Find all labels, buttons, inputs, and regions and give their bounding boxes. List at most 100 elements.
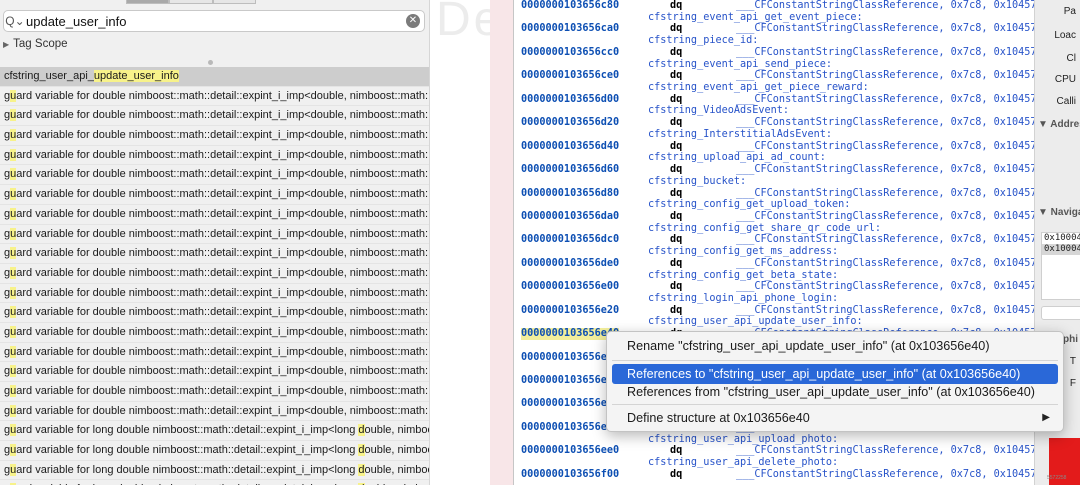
disasm-label-line[interactable]: cfstring_VideoAdsEvent: — [514, 105, 1034, 117]
symbol-list-item[interactable]: guard variable for long double nimboost:… — [0, 421, 429, 442]
disasm-label-line[interactable]: cfstring_config_get_ms_address: — [514, 246, 1034, 258]
address[interactable]: 0000000103656d60 — [521, 164, 619, 176]
symbol-list-item[interactable]: guard variable for double nimboost::math… — [0, 126, 429, 146]
disasm-instruction-line[interactable]: 0000000103656e00 dq ___CFConstantStringCla… — [514, 281, 1034, 293]
symbol-list-item[interactable]: guard variable for double nimboost::math… — [0, 362, 429, 382]
disasm-label-line[interactable]: cfstring_event_api_get_piece_reward: — [514, 82, 1034, 94]
nav-item-1[interactable]: 0x10004 — [1042, 233, 1080, 244]
disasm-instruction-line[interactable]: 0000000103656c80 dq ___CFConstantStringCla… — [514, 0, 1034, 12]
operand[interactable]: ___CFConstantStringClassReference, 0x7c8… — [736, 211, 1034, 223]
address[interactable]: 0000000103656e20 — [521, 305, 619, 317]
disasm-label-line[interactable]: cfstring_event_api_send_piece: — [514, 59, 1034, 71]
symbol-label[interactable]: cfstring_user_api_upload_photo: — [648, 434, 838, 446]
disasm-label-line[interactable]: cfstring_config_get_upload_token: — [514, 199, 1034, 211]
symbol-label[interactable]: cfstring_config_get_share_qr_code_url: — [648, 223, 881, 235]
symbol-list-item[interactable]: guard variable for double nimboost::math… — [0, 303, 429, 323]
symbol-list-item[interactable]: guard variable for double nimboost::math… — [0, 205, 429, 225]
address[interactable]: 0000000103656d80 — [521, 188, 619, 200]
address[interactable]: 0000000103656ce0 — [521, 70, 619, 82]
symbol-label[interactable]: cfstring_InterstitialAdsEvent: — [648, 129, 832, 141]
operand[interactable]: ___CFConstantStringClassReference, 0x7c8… — [736, 258, 1034, 270]
operand[interactable]: ___CFConstantStringClassReference, 0x7c8… — [736, 117, 1034, 129]
disasm-label-line[interactable]: cfstring_user_api_update_user_info: — [514, 316, 1034, 328]
symbol-list-item[interactable]: guard variable for double nimboost::math… — [0, 106, 429, 127]
magnifier-icon[interactable]: Q⌄ — [4, 14, 26, 28]
symbol-list-item[interactable]: guard variable for double nimboost::math… — [0, 402, 429, 422]
search-field[interactable]: Q⌄ ✕ — [3, 10, 425, 32]
symbol-list-item[interactable]: guard variable for double nimboost::math… — [0, 87, 429, 107]
menu-item-references-from[interactable]: References from "cfstring_user_api_updat… — [612, 382, 1058, 402]
operand[interactable]: ___CFConstantStringClassReference, 0x7c8… — [736, 23, 1034, 35]
symbol-list-item[interactable]: guard variable for double nimboost::math… — [0, 284, 429, 304]
symbol-list-item[interactable]: guard variable for double nimboost::math… — [0, 323, 429, 343]
symbol-list-item[interactable]: guard variable for long double nimboost:… — [0, 480, 429, 485]
symbol-list-item[interactable]: guard variable for double nimboost::math… — [0, 264, 429, 284]
disasm-instruction-line[interactable]: 0000000103656d00 dq ___CFConstantStringCla… — [514, 94, 1034, 106]
symbol-list-item[interactable]: guard variable for double nimboost::math… — [0, 244, 429, 264]
disasm-instruction-line[interactable]: 0000000103656d60 dq ___CFConstantStringCla… — [514, 164, 1034, 176]
menu-item-rename[interactable]: Rename "cfstring_user_api_update_user_in… — [612, 336, 1058, 356]
disasm-label-line[interactable]: cfstring_piece_id: — [514, 35, 1034, 47]
symbol-label[interactable]: cfstring_login_api_phone_login: — [648, 293, 838, 305]
menu-item-define-structure[interactable]: Define structure at 0x103656e40 ▶ — [612, 408, 1058, 428]
disasm-label-line[interactable]: cfstring_login_api_phone_login: — [514, 293, 1034, 305]
operand[interactable]: ___CFConstantStringClassReference, 0x7c8… — [736, 94, 1034, 106]
disclosure-triangle-icon[interactable]: ▶ — [3, 40, 9, 49]
symbol-label[interactable]: cfstring_piece_id: — [648, 35, 758, 47]
symbol-label[interactable]: cfstring_user_api_delete_photo: — [648, 457, 838, 469]
operand[interactable]: ___CFConstantStringClassReference, 0x7c8… — [736, 141, 1034, 153]
address[interactable]: 0000000103656cc0 — [521, 47, 619, 59]
operand[interactable]: ___CFConstantStringClassReference, 0x7c8… — [736, 469, 1034, 481]
nav-item-2[interactable]: 0x10004 — [1042, 244, 1080, 255]
clear-search-icon[interactable]: ✕ — [406, 14, 420, 28]
disasm-instruction-line[interactable]: 0000000103656d20 dq ___CFConstantStringCla… — [514, 117, 1034, 129]
disasm-instruction-line[interactable]: 0000000103656ee0 dq ___CFConstantStringCla… — [514, 445, 1034, 457]
disasm-instruction-line[interactable]: 0000000103656ca0 dq ___CFConstantStringCla… — [514, 23, 1034, 35]
symbol-label[interactable]: cfstring_config_get_beta_state: — [648, 270, 838, 282]
symbol-label[interactable]: cfstring_event_api_send_piece: — [648, 59, 832, 71]
disasm-label-line[interactable]: cfstring_upload_api_ad_count: — [514, 152, 1034, 164]
operand[interactable]: ___CFConstantStringClassReference, 0x7c8… — [736, 164, 1034, 176]
disasm-instruction-line[interactable]: 0000000103656d40 dq ___CFConstantStringCla… — [514, 141, 1034, 153]
symbol-label[interactable]: cfstring_VideoAdsEvent: — [648, 105, 789, 117]
symbol-label[interactable]: cfstring_event_api_get_event_piece: — [648, 12, 863, 24]
operand[interactable]: ___CFConstantStringClassReference, 0x7c8… — [736, 47, 1034, 59]
operand[interactable]: ___CFConstantStringClassReference, 0x7c8… — [736, 234, 1034, 246]
disasm-instruction-line[interactable]: 0000000103656e20 dq ___CFConstantStringCla… — [514, 305, 1034, 317]
address[interactable]: 0000000103656dc0 — [521, 234, 619, 246]
search-input[interactable] — [26, 13, 406, 29]
address[interactable]: 0000000103656ee0 — [521, 445, 619, 457]
disasm-instruction-line[interactable]: 0000000103656da0 dq ___CFConstantStringCla… — [514, 211, 1034, 223]
operand[interactable]: ___CFConstantStringClassReference, 0x7c8… — [736, 305, 1034, 317]
disasm-instruction-line[interactable]: 0000000103656dc0 dq ___CFConstantStringCla… — [514, 234, 1034, 246]
symbol-label[interactable]: cfstring_bucket: — [648, 176, 746, 188]
menu-item-references-to[interactable]: References to "cfstring_user_api_update_… — [612, 364, 1058, 384]
operand[interactable]: ___CFConstantStringClassReference, 0x7c8… — [736, 70, 1034, 82]
operand[interactable]: ___CFConstantStringClassReference, 0x7c8… — [736, 0, 1034, 12]
address[interactable]: 0000000103656da0 — [521, 211, 619, 223]
address[interactable]: 0000000103656d20 — [521, 117, 619, 129]
address[interactable]: 0000000103656f00 — [521, 469, 619, 481]
section-graph[interactable]: phi — [1063, 334, 1078, 345]
split-handle[interactable] — [208, 60, 213, 65]
segment-2[interactable] — [169, 0, 213, 4]
address[interactable]: 0000000103656e80 — [521, 375, 619, 387]
operand[interactable]: ___CFConstantStringClassReference, 0x7c8… — [736, 445, 1034, 457]
address[interactable]: 0000000103656e00 — [521, 281, 619, 293]
disasm-instruction-line[interactable]: 0000000103656f00 dq ___CFConstantStringCla… — [514, 469, 1034, 481]
symbol-list-item[interactable]: guard variable for double nimboost::math… — [0, 225, 429, 245]
address[interactable]: 0000000103656de0 — [521, 258, 619, 270]
section-navigation[interactable]: ▼ Naviga — [1038, 207, 1080, 218]
disasm-instruction-line[interactable]: 0000000103656d80 dq ___CFConstantStringCla… — [514, 188, 1034, 200]
disasm-label-line[interactable]: cfstring_InterstitialAdsEvent: — [514, 129, 1034, 141]
address[interactable]: 0000000103656ca0 — [521, 23, 619, 35]
address[interactable]: 0000000103656ec0 — [521, 422, 619, 434]
segmented-control[interactable] — [126, 0, 256, 4]
disasm-label-line[interactable]: cfstring_config_get_beta_state: — [514, 270, 1034, 282]
symbol-list-item[interactable]: guard variable for long double nimboost:… — [0, 441, 429, 461]
operand[interactable]: ___CFConstantStringClassReference, 0x7c8… — [736, 281, 1034, 293]
symbol-list-item[interactable]: guard variable for double nimboost::math… — [0, 185, 429, 205]
segment-3[interactable] — [212, 0, 256, 4]
symbol-list-item[interactable]: guard variable for double nimboost::math… — [0, 146, 429, 166]
address[interactable]: 0000000103656d00 — [521, 94, 619, 106]
